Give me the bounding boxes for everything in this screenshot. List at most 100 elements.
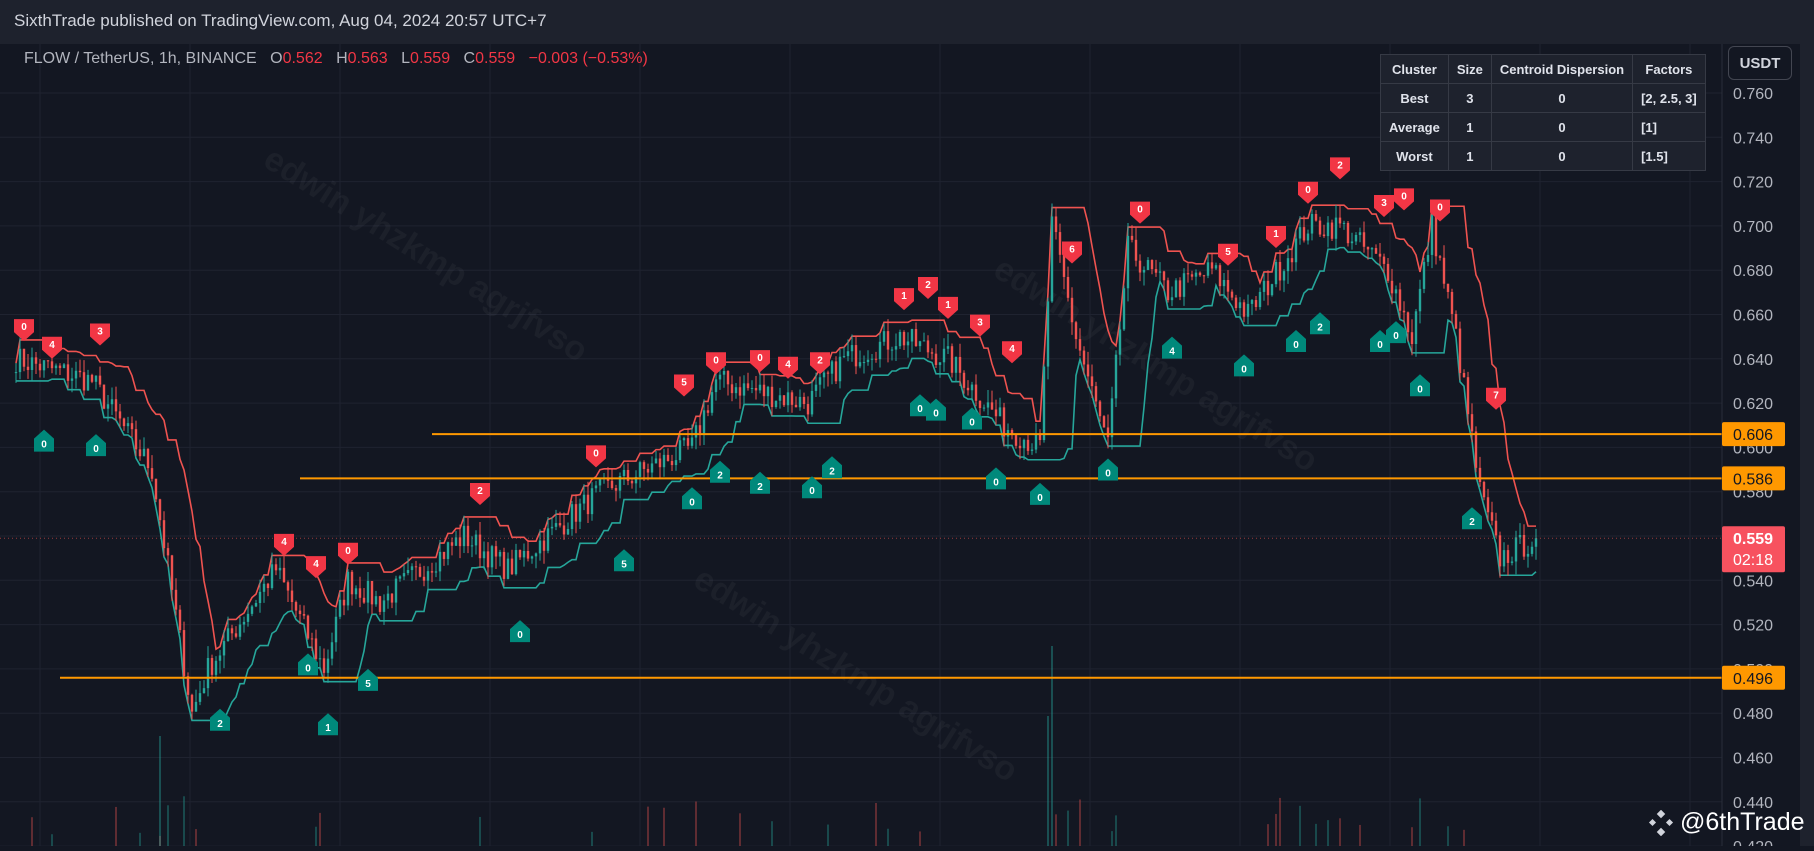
- buy-signal-label: 0: [517, 630, 523, 641]
- watermark-text: edwin yhzkmp agrjfvso: [987, 249, 1324, 479]
- candle-body: [882, 331, 886, 342]
- candle-body: [186, 676, 190, 695]
- buy-signal-label: 0: [809, 486, 815, 497]
- candle-body: [1130, 235, 1134, 240]
- candle-body: [1402, 310, 1406, 313]
- candle-body: [942, 348, 946, 363]
- candle-body: [1246, 303, 1250, 317]
- candle-body: [846, 351, 850, 357]
- candle-body: [310, 638, 314, 640]
- candle-body: [758, 384, 762, 391]
- candle-body: [1434, 215, 1438, 257]
- currency-button[interactable]: USDT: [1728, 46, 1792, 80]
- sell-signal-label: 2: [477, 486, 483, 497]
- candle-body: [1486, 497, 1490, 513]
- price-axis-tick: 0.740: [1733, 130, 1773, 147]
- candle-body: [1450, 291, 1454, 314]
- candle-body: [890, 349, 894, 351]
- candle-body: [1534, 538, 1538, 547]
- candle-body: [1298, 227, 1302, 239]
- volume-bar: [1055, 814, 1057, 846]
- candle-body: [1030, 449, 1034, 451]
- candle-body: [1502, 550, 1506, 567]
- table-header: Factors: [1632, 54, 1706, 84]
- candle-body: [286, 582, 290, 591]
- buy-signal-label: 2: [829, 466, 835, 477]
- low-label: L: [401, 50, 411, 67]
- candle-body: [750, 387, 754, 389]
- candle-body: [1046, 301, 1050, 367]
- candle-body: [146, 448, 150, 469]
- candle-body: [446, 542, 450, 559]
- candle-body: [962, 372, 966, 388]
- buy-signal-label: 0: [1417, 384, 1423, 395]
- candle-body: [1278, 261, 1282, 281]
- candle-body: [1362, 232, 1366, 247]
- candle-body: [1422, 261, 1426, 289]
- buy-signal-label: 0: [1393, 331, 1399, 342]
- candle-body: [1250, 300, 1254, 304]
- candle-body: [266, 583, 270, 589]
- watermark-text: edwin yhzkmp agrjfvso: [687, 559, 1024, 789]
- candle-body: [1446, 283, 1450, 292]
- buy-signal-label: 2: [757, 482, 763, 493]
- candle-body: [338, 599, 342, 617]
- candle-body: [1090, 376, 1094, 387]
- volume-bar: [183, 796, 185, 846]
- sell-signal-label: 4: [49, 340, 55, 351]
- candle-body: [102, 384, 106, 409]
- candle-body: [1530, 546, 1534, 554]
- candle-body: [254, 602, 258, 607]
- candle-body: [194, 701, 198, 712]
- candle-body: [1214, 265, 1218, 269]
- cluster-table: Cluster Size Centroid Dispersion Factors…: [1380, 54, 1706, 171]
- candle-body: [1406, 312, 1410, 333]
- candle-body: [1258, 291, 1262, 307]
- candle-body: [1454, 313, 1458, 329]
- volume-bar: [315, 826, 317, 846]
- volume-bar: [1115, 815, 1117, 846]
- sell-signal-label: 1: [945, 300, 951, 311]
- candle-body: [902, 332, 906, 346]
- candle-body: [1290, 258, 1294, 263]
- candle-body: [462, 525, 466, 547]
- buy-signal-label: 0: [689, 497, 695, 508]
- sell-signal-label: 5: [1225, 247, 1231, 258]
- candle-body: [118, 411, 122, 419]
- candle-body: [410, 566, 414, 571]
- candle-body: [698, 425, 702, 434]
- candle-body: [1054, 216, 1058, 233]
- candle-body: [1374, 248, 1378, 254]
- sell-signal-label: 0: [593, 448, 599, 459]
- candle-body: [1430, 215, 1434, 255]
- sell-signal-label: 2: [817, 355, 823, 366]
- candle-body: [554, 523, 558, 527]
- candle-body: [1078, 339, 1082, 351]
- candle-body: [350, 571, 354, 595]
- candle-body: [434, 571, 438, 573]
- open-label: O: [270, 50, 283, 67]
- candle-body: [1238, 302, 1242, 309]
- candle-body: [1318, 220, 1322, 235]
- candle-body: [714, 379, 718, 393]
- table-cell: [1]: [1632, 112, 1706, 142]
- candle-body: [390, 593, 394, 603]
- candle-body: [78, 370, 82, 373]
- candle-body: [498, 551, 502, 557]
- candle-body: [742, 383, 746, 396]
- buy-signal-label: 4: [1169, 347, 1175, 358]
- candle-body: [638, 462, 642, 477]
- candle-body: [1094, 386, 1098, 402]
- candle-body: [1358, 232, 1362, 235]
- candle-body: [954, 356, 958, 373]
- candle-body: [1034, 433, 1038, 450]
- candle-body: [938, 362, 942, 365]
- candle-body: [1270, 284, 1274, 296]
- price-axis-tick: 0.520: [1733, 618, 1773, 635]
- sell-signal-label: 4: [281, 537, 287, 548]
- volume-bar: [1079, 799, 1081, 846]
- candle-body: [438, 551, 442, 572]
- candle-body: [278, 567, 282, 571]
- candle-body: [1274, 261, 1278, 285]
- candle-body: [1494, 520, 1498, 536]
